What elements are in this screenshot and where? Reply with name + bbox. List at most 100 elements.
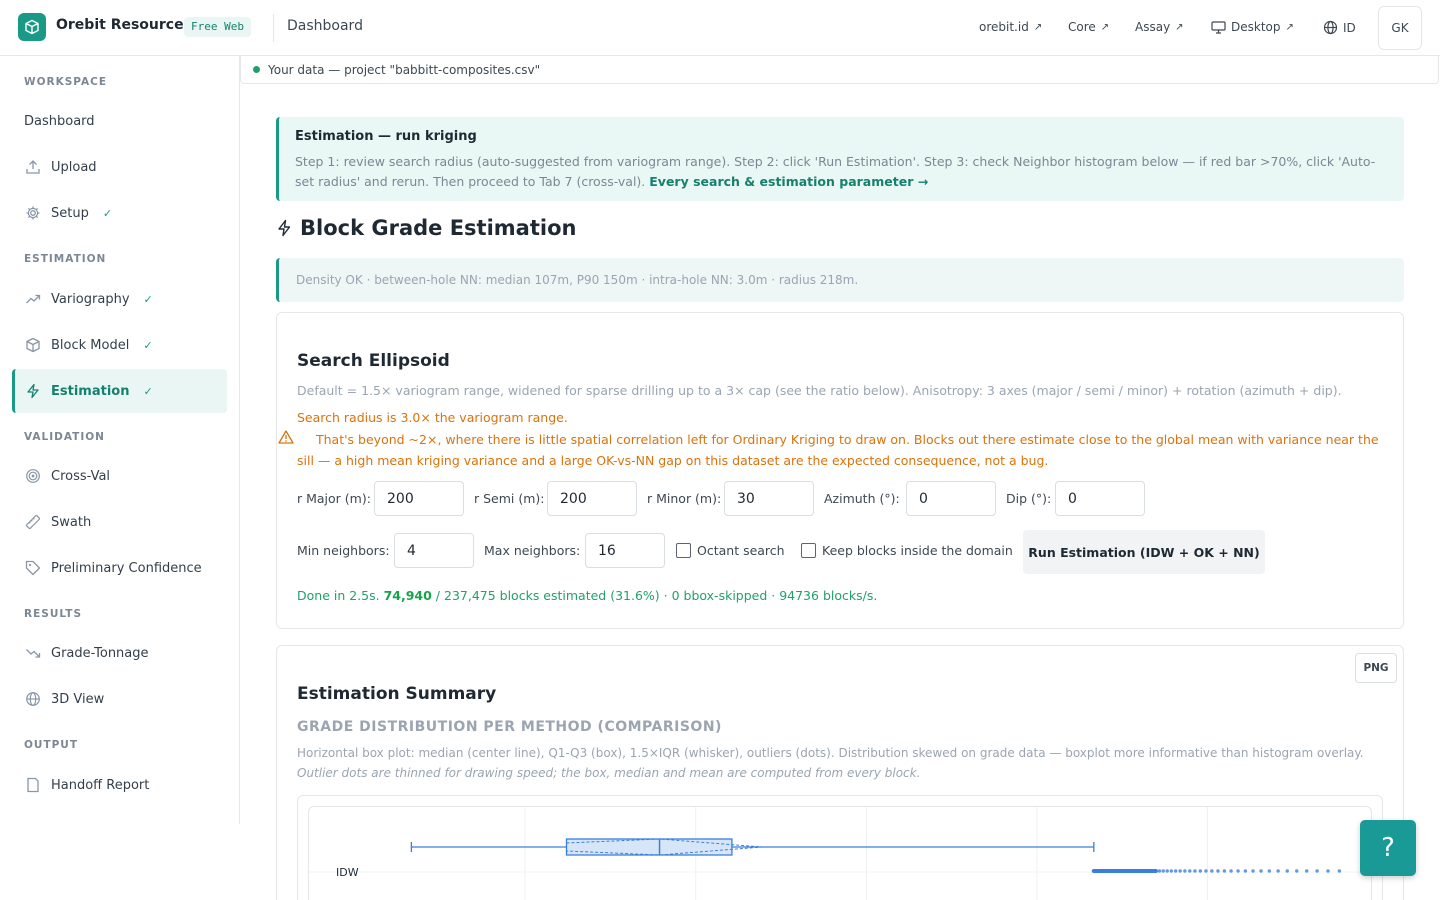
sidebar-item-variography[interactable]: Variography ✓ [12,277,227,321]
export-png-button[interactable]: PNG [1355,653,1397,683]
outlier-dot [1165,869,1169,873]
status-dot [253,66,260,73]
sidebar-item-swath[interactable]: Swath [12,500,227,544]
header-divider [273,14,274,42]
section-label-validation: VALIDATION [24,431,105,443]
min-neighbors-input[interactable] [394,533,474,568]
sidebar-item-preliminary-confidence[interactable]: Preliminary Confidence [12,546,227,590]
sidebar-item-estimation[interactable]: Estimation ✓ [12,369,227,413]
boxplot-frame: IDW [308,806,1372,900]
outlier-dot [1305,869,1309,873]
sidebar-item-grade-tonnage[interactable]: Grade-Tonnage [12,631,227,675]
instructions-callout: Estimation — run kriging Step 1: review … [276,117,1404,201]
grade-boxplot-chart: IDW [309,807,1371,900]
azimuth-input[interactable] [906,481,996,516]
target-icon [24,468,41,485]
azimuth-label: Azimuth (°): [824,491,900,506]
outlier-dot [1188,869,1192,873]
outlier-dot [1198,869,1203,873]
language-switch[interactable]: ID [1323,20,1356,35]
r-semi-label: r Semi (m): [474,491,545,506]
outlier-dot [1154,869,1158,873]
link-core[interactable]: Core ↗ [1068,20,1109,34]
iqr-box [565,838,733,856]
outlier-dot [1315,869,1319,873]
run-estimation-button[interactable]: Run Estimation (IDW + OK + NN) [1023,530,1265,574]
boxplot-description: Horizontal box plot: median (center line… [297,746,1364,780]
r-major-input[interactable] [374,481,464,516]
sidebar-item-3d-view[interactable]: 3D View [12,677,227,721]
estimation-summary-title: Estimation Summary [297,684,497,704]
outlier-dot [1173,869,1178,873]
max-neighbors-input[interactable] [585,533,665,568]
search-default-note: Default = 1.5× variogram range, widened … [297,383,1342,398]
check-icon: ✓ [143,338,153,352]
search-ellipsoid-title: Search Ellipsoid [297,351,450,371]
octant-search-label: Octant search [697,543,785,558]
link-assay[interactable]: Assay ↗ [1135,20,1184,34]
page-title: Block Grade Estimation [276,216,576,240]
tag-icon [24,560,41,577]
external-link-icon: ↗ [1100,21,1110,33]
section-label-estimation: ESTIMATION [24,253,107,265]
r-minor-label: r Minor (m): [647,491,722,506]
ruler-icon [24,514,41,531]
series-label-idw: IDW [336,866,359,879]
gear-icon [24,205,41,222]
outlier-dot [1326,869,1330,873]
max-neighbors-label: Max neighbors: [484,543,581,558]
app-header: Orebit Resource Free Web Dashboard orebi… [0,0,1440,56]
sidebar: WORKSPACE Dashboard Upload Setup ✓ ESTIM… [0,56,240,824]
brand-name: Orebit Resource [56,17,184,33]
octant-search-checkbox[interactable] [676,543,691,558]
dip-input[interactable] [1055,481,1145,516]
trend-down-icon [24,645,41,662]
parameters-doc-link[interactable]: Every search & estimation parameter → [649,174,928,189]
radius-warning-detail: That's beyond ~2×, where there is little… [278,429,1387,471]
outlier-dot [1243,869,1248,873]
r-minor-input[interactable] [724,481,814,516]
help-button[interactable]: ? [1360,820,1416,876]
outlier-dot [1229,869,1233,873]
outlier-dot [1204,869,1208,873]
min-neighbors-label: Min neighbors: [297,543,390,558]
outlier-dot [1157,869,1162,873]
estimation-summary-card: PNG Estimation Summary GRADE DISTRIBUTIO… [276,645,1404,900]
status-text: Your data — project "babbitt-composites.… [268,62,541,77]
link-orebit[interactable]: orebit.id ↗ [979,20,1042,34]
section-label-workspace: WORKSPACE [24,76,108,88]
outlier-dot [1267,869,1272,873]
sidebar-item-block-model[interactable]: Block Model ✓ [12,323,227,367]
outlier-dot [1169,869,1174,873]
r-major-label: r Major (m): [297,491,371,506]
sidebar-item-handoff-report[interactable]: Handoff Report [12,763,227,807]
user-avatar-button[interactable]: GK [1378,6,1422,50]
outlier-dot [1251,869,1255,873]
dip-label: Dip (°): [1006,491,1052,506]
run-result-text: Done in 2.5s. 74,940 / 237,475 blocks es… [297,588,878,603]
callout-text: Step 1: review search radius (auto-sugge… [295,154,1376,189]
link-desktop[interactable]: Desktop ↗ [1211,20,1294,34]
section-label-output: OUTPUT [24,739,78,751]
sidebar-item-upload[interactable]: Upload [12,145,227,189]
app-logo[interactable] [18,13,46,41]
trend-icon [24,291,41,308]
keep-blocks-checkbox[interactable] [801,543,816,558]
r-semi-input[interactable] [547,481,637,516]
chart-container: IDW [297,795,1383,900]
external-link-icon: ↗ [1285,21,1294,33]
sidebar-item-cross-val[interactable]: Cross-Val [12,454,227,498]
globe-icon [1323,20,1338,35]
check-icon: ✓ [102,206,113,220]
sidebar-item-setup[interactable]: Setup ✓ [12,191,227,235]
warning-icon [278,430,294,444]
sidebar-item-dashboard[interactable]: Dashboard [12,99,227,143]
monitor-icon [1211,20,1226,34]
check-icon: ✓ [143,292,153,306]
outlier-dot [1210,869,1214,873]
outlier-dot [1236,869,1240,873]
bolt-icon [278,219,291,237]
outlier-dot [1178,869,1182,873]
outlier-dot [1222,869,1227,873]
page-breadcrumb: Dashboard [287,18,363,34]
